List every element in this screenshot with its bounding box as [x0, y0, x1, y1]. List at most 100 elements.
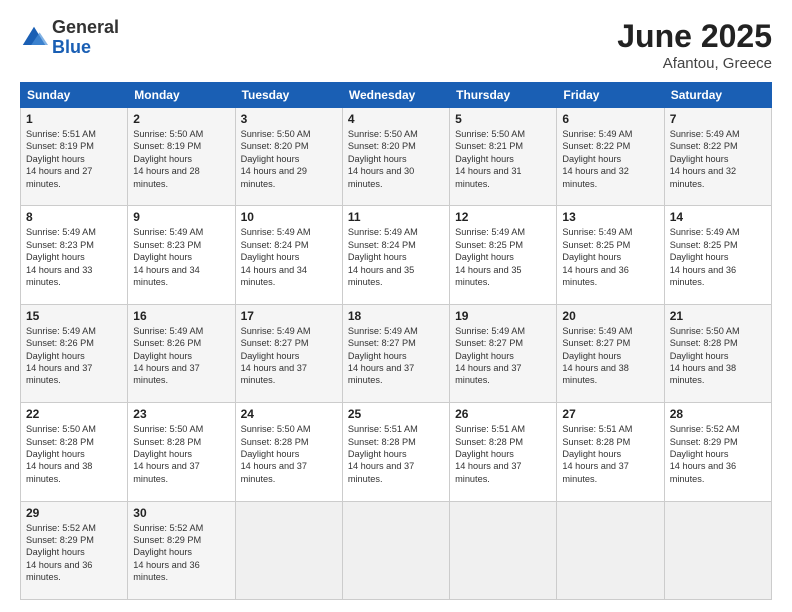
day-number: 22 — [26, 407, 122, 421]
day-info: Sunrise: 5:50 AMSunset: 8:28 PMDaylight … — [241, 424, 311, 484]
logo-blue-text: Blue — [52, 38, 119, 58]
table-row: 13 Sunrise: 5:49 AMSunset: 8:25 PMDayligh… — [557, 206, 664, 304]
day-number: 8 — [26, 210, 122, 224]
day-number: 11 — [348, 210, 444, 224]
day-number: 25 — [348, 407, 444, 421]
day-info: Sunrise: 5:52 AMSunset: 8:29 PMDaylight … — [133, 523, 203, 583]
calendar-body: 1Sunrise: 5:51 AMSunset: 8:19 PMDaylight… — [21, 108, 772, 600]
col-thursday: Thursday — [450, 83, 557, 108]
day-number: 7 — [670, 112, 766, 126]
calendar-row: 29 Sunrise: 5:52 AMSunset: 8:29 PMDayligh… — [21, 501, 772, 599]
table-row: 11Sunrise: 5:49 AMSunset: 8:24 PMDayligh… — [342, 206, 449, 304]
col-friday: Friday — [557, 83, 664, 108]
day-info: Sunrise: 5:52 AMSunset: 8:29 PMDaylight … — [670, 424, 740, 484]
calendar-row: 15Sunrise: 5:49 AMSunset: 8:26 PMDayligh… — [21, 304, 772, 402]
table-row: 7 Sunrise: 5:49 AMSunset: 8:22 PMDaylight… — [664, 108, 771, 206]
day-number: 4 — [348, 112, 444, 126]
table-row: 23 Sunrise: 5:50 AMSunset: 8:28 PMDayligh… — [128, 403, 235, 501]
day-number: 2 — [133, 112, 229, 126]
table-row: 4Sunrise: 5:50 AMSunset: 8:20 PMDaylight… — [342, 108, 449, 206]
table-row: 22 Sunrise: 5:50 AMSunset: 8:28 PMDayligh… — [21, 403, 128, 501]
day-info: Sunrise: 5:49 AMSunset: 8:24 PMDaylight … — [241, 227, 311, 287]
day-number: 23 — [133, 407, 229, 421]
day-number: 19 — [455, 309, 551, 323]
header-row: Sunday Monday Tuesday Wednesday Thursday… — [21, 83, 772, 108]
table-row: 25 Sunrise: 5:51 AMSunset: 8:28 PMDayligh… — [342, 403, 449, 501]
day-number: 26 — [455, 407, 551, 421]
day-info: Sunrise: 5:52 AMSunset: 8:29 PMDaylight … — [26, 523, 96, 583]
table-row: 15Sunrise: 5:49 AMSunset: 8:26 PMDayligh… — [21, 304, 128, 402]
empty-cell — [450, 501, 557, 599]
day-number: 20 — [562, 309, 658, 323]
location: Afantou, Greece — [617, 55, 772, 72]
table-row: 16Sunrise: 5:49 AMSunset: 8:26 PMDayligh… — [128, 304, 235, 402]
table-row: 17Sunrise: 5:49 AMSunset: 8:27 PMDayligh… — [235, 304, 342, 402]
day-number: 5 — [455, 112, 551, 126]
table-row: 18 Sunrise: 5:49 AMSunset: 8:27 PMDayligh… — [342, 304, 449, 402]
day-info: Sunrise: 5:49 AMSunset: 8:27 PMDaylight … — [348, 326, 418, 386]
table-row: 14 Sunrise: 5:49 AMSunset: 8:25 PMDayligh… — [664, 206, 771, 304]
day-number: 24 — [241, 407, 337, 421]
empty-cell — [557, 501, 664, 599]
day-number: 3 — [241, 112, 337, 126]
logo-icon — [20, 24, 48, 52]
table-row: 30Sunrise: 5:52 AMSunset: 8:29 PMDayligh… — [128, 501, 235, 599]
table-row: 27 Sunrise: 5:51 AMSunset: 8:28 PMDayligh… — [557, 403, 664, 501]
day-info: Sunrise: 5:50 AMSunset: 8:20 PMDaylight … — [241, 129, 311, 189]
table-row: 2Sunrise: 5:50 AMSunset: 8:19 PMDaylight… — [128, 108, 235, 206]
col-monday: Monday — [128, 83, 235, 108]
table-row: 26 Sunrise: 5:51 AMSunset: 8:28 PMDayligh… — [450, 403, 557, 501]
day-info: Sunrise: 5:49 AMSunset: 8:26 PMDaylight … — [133, 326, 203, 386]
table-row: 5 Sunrise: 5:50 AMSunset: 8:21 PMDaylight… — [450, 108, 557, 206]
day-number: 9 — [133, 210, 229, 224]
calendar-row: 1Sunrise: 5:51 AMSunset: 8:19 PMDaylight… — [21, 108, 772, 206]
day-info: Sunrise: 5:49 AMSunset: 8:25 PMDaylight … — [455, 227, 525, 287]
day-info: Sunrise: 5:49 AMSunset: 8:27 PMDaylight … — [241, 326, 311, 386]
day-info: Sunrise: 5:50 AMSunset: 8:28 PMDaylight … — [133, 424, 203, 484]
day-number: 27 — [562, 407, 658, 421]
empty-cell — [342, 501, 449, 599]
table-row: 29 Sunrise: 5:52 AMSunset: 8:29 PMDayligh… — [21, 501, 128, 599]
day-number: 13 — [562, 210, 658, 224]
table-row: 10 Sunrise: 5:49 AMSunset: 8:24 PMDayligh… — [235, 206, 342, 304]
table-row: 3 Sunrise: 5:50 AMSunset: 8:20 PMDaylight… — [235, 108, 342, 206]
table-row: 19 Sunrise: 5:49 AMSunset: 8:27 PMDayligh… — [450, 304, 557, 402]
day-number: 29 — [26, 506, 122, 520]
table-row: 8Sunrise: 5:49 AMSunset: 8:23 PMDaylight… — [21, 206, 128, 304]
day-info: Sunrise: 5:51 AMSunset: 8:28 PMDaylight … — [455, 424, 525, 484]
day-number: 14 — [670, 210, 766, 224]
table-row: 1Sunrise: 5:51 AMSunset: 8:19 PMDaylight… — [21, 108, 128, 206]
day-info: Sunrise: 5:50 AMSunset: 8:28 PMDaylight … — [670, 326, 740, 386]
day-info: Sunrise: 5:49 AMSunset: 8:25 PMDaylight … — [562, 227, 632, 287]
table-row: 6Sunrise: 5:49 AMSunset: 8:22 PMDaylight… — [557, 108, 664, 206]
day-info: Sunrise: 5:50 AMSunset: 8:28 PMDaylight … — [26, 424, 96, 484]
empty-cell — [664, 501, 771, 599]
day-number: 18 — [348, 309, 444, 323]
day-info: Sunrise: 5:51 AMSunset: 8:28 PMDaylight … — [562, 424, 632, 484]
day-info: Sunrise: 5:51 AMSunset: 8:19 PMDaylight … — [26, 129, 96, 189]
table-row: 20 Sunrise: 5:49 AMSunset: 8:27 PMDayligh… — [557, 304, 664, 402]
day-number: 12 — [455, 210, 551, 224]
day-info: Sunrise: 5:49 AMSunset: 8:22 PMDaylight … — [670, 129, 740, 189]
table-row: 28Sunrise: 5:52 AMSunset: 8:29 PMDayligh… — [664, 403, 771, 501]
col-wednesday: Wednesday — [342, 83, 449, 108]
table-row: 12 Sunrise: 5:49 AMSunset: 8:25 PMDayligh… — [450, 206, 557, 304]
logo: General Blue — [20, 18, 119, 58]
calendar-table: Sunday Monday Tuesday Wednesday Thursday… — [20, 82, 772, 600]
day-info: Sunrise: 5:49 AMSunset: 8:22 PMDaylight … — [562, 129, 632, 189]
day-info: Sunrise: 5:51 AMSunset: 8:28 PMDaylight … — [348, 424, 418, 484]
col-tuesday: Tuesday — [235, 83, 342, 108]
logo-text: General Blue — [52, 18, 119, 58]
table-row: 24 Sunrise: 5:50 AMSunset: 8:28 PMDayligh… — [235, 403, 342, 501]
day-info: Sunrise: 5:49 AMSunset: 8:23 PMDaylight … — [133, 227, 203, 287]
calendar-header: Sunday Monday Tuesday Wednesday Thursday… — [21, 83, 772, 108]
day-info: Sunrise: 5:49 AMSunset: 8:27 PMDaylight … — [455, 326, 525, 386]
empty-cell — [235, 501, 342, 599]
day-info: Sunrise: 5:49 AMSunset: 8:27 PMDaylight … — [562, 326, 632, 386]
day-number: 10 — [241, 210, 337, 224]
day-info: Sunrise: 5:50 AMSunset: 8:21 PMDaylight … — [455, 129, 525, 189]
day-info: Sunrise: 5:49 AMSunset: 8:25 PMDaylight … — [670, 227, 740, 287]
day-info: Sunrise: 5:49 AMSunset: 8:26 PMDaylight … — [26, 326, 96, 386]
table-row: 9 Sunrise: 5:49 AMSunset: 8:23 PMDaylight… — [128, 206, 235, 304]
header: General Blue June 2025 Afantou, Greece — [20, 18, 772, 72]
